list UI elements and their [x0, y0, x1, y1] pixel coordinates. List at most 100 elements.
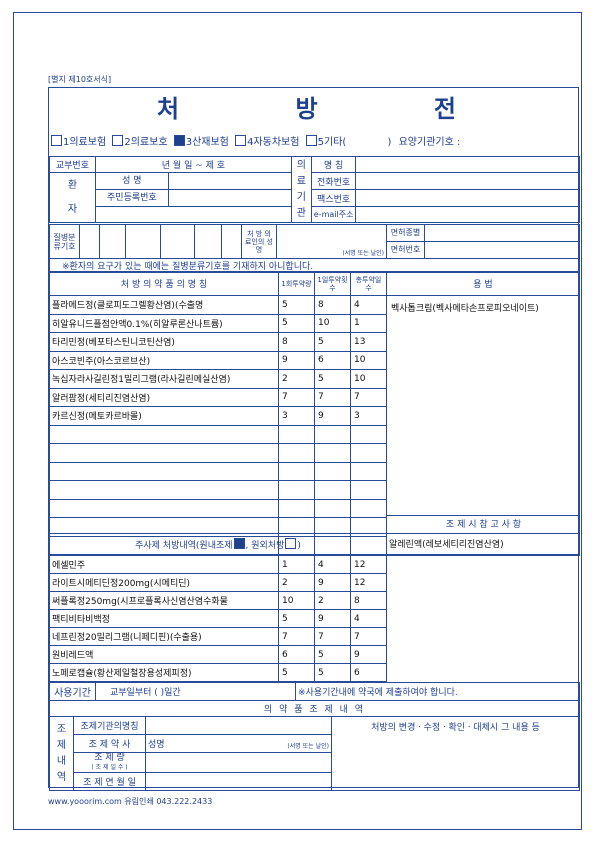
days-value[interactable]: 4	[350, 295, 387, 315]
institution-name-value[interactable]	[355, 156, 580, 173]
dose-value[interactable]: 2	[278, 573, 315, 592]
license-values[interactable]	[424, 224, 580, 259]
dose-value[interactable]: 6	[278, 645, 315, 664]
drug-name[interactable]	[49, 443, 279, 463]
drug-name[interactable]: 에셀민주	[49, 555, 279, 574]
dose-value[interactable]: 2	[278, 369, 315, 389]
days-value[interactable]: 10	[350, 369, 387, 389]
dose-value[interactable]	[278, 498, 315, 518]
days-value[interactable]: 7	[350, 627, 387, 646]
drug-name[interactable]: 원비레드액	[49, 645, 279, 664]
reference-text[interactable]: 알레린액(레보세티리진염산염)	[386, 533, 580, 556]
days-value[interactable]: 3	[350, 406, 387, 426]
freq-value[interactable]: 8	[314, 295, 351, 315]
usage-text[interactable]: 벡사톱크림(벡사메타손프로피오네이트)	[391, 301, 539, 314]
freq-value[interactable]	[314, 480, 351, 500]
checkbox-other[interactable]	[305, 135, 317, 146]
freq-value[interactable]: 4	[314, 555, 351, 574]
checkbox-in-house[interactable]	[233, 538, 245, 549]
freq-value[interactable]	[314, 424, 351, 444]
dose-value[interactable]: 7	[278, 387, 315, 407]
days-value[interactable]	[350, 424, 387, 444]
resident-extra[interactable]	[94, 206, 292, 223]
drug-name[interactable]: 카르신정(메토카르바몰)	[49, 406, 279, 426]
checkbox-outside[interactable]	[285, 538, 297, 549]
doctor-signature[interactable]: (서명 또는 날인)	[276, 224, 387, 259]
days-value[interactable]	[350, 461, 387, 481]
drug-name[interactable]	[49, 498, 279, 518]
freq-value[interactable]	[314, 443, 351, 463]
disease-code-cell[interactable]	[99, 224, 126, 259]
dose-value[interactable]: 5	[278, 295, 315, 315]
drug-name[interactable]	[49, 424, 279, 444]
freq-value[interactable]: 2	[314, 591, 351, 610]
dose-value[interactable]	[278, 461, 315, 481]
days-value[interactable]: 13	[350, 332, 387, 352]
dose-value[interactable]	[278, 443, 315, 463]
days-value[interactable]	[350, 498, 387, 518]
dose-value[interactable]: 5	[278, 609, 315, 628]
drug-name[interactable]	[49, 480, 279, 500]
checkbox-medical-aid[interactable]	[112, 135, 124, 146]
days-value[interactable]: 7	[350, 387, 387, 407]
dose-value[interactable]: 7	[278, 627, 315, 646]
freq-value[interactable]	[314, 461, 351, 481]
freq-value[interactable]: 9	[314, 406, 351, 426]
dose-value[interactable]: 3	[278, 406, 315, 426]
freq-value[interactable]: 10	[314, 313, 351, 333]
dose-value[interactable]: 9	[278, 350, 315, 370]
drug-name[interactable]: 아스코빈주(아스코르브산)	[49, 350, 279, 370]
drug-name[interactable]: 네프린정20밀리그램(니페디핀)(수출용)	[49, 627, 279, 646]
days-value[interactable]: 12	[350, 573, 387, 592]
freq-value[interactable]: 6	[314, 350, 351, 370]
disease-code-cell[interactable]	[125, 224, 161, 259]
disease-code-cell[interactable]	[79, 224, 100, 259]
days-value[interactable]	[350, 443, 387, 463]
dose-value[interactable]: 10	[278, 591, 315, 610]
dose-value[interactable]	[278, 480, 315, 500]
days-value[interactable]: 12	[350, 555, 387, 574]
phone-value[interactable]	[355, 172, 580, 190]
amount-value[interactable]	[145, 752, 332, 773]
days-value[interactable]: 8	[350, 591, 387, 610]
days-value[interactable]: 9	[350, 645, 387, 664]
checkbox-insurance[interactable]	[51, 135, 62, 146]
days-value[interactable]: 4	[350, 609, 387, 628]
days-value[interactable]: 10	[350, 350, 387, 370]
drug-name[interactable]: 노페로캡슐(황산제일철장용성제피정)	[49, 663, 279, 682]
email-value[interactable]	[355, 206, 580, 223]
dose-value[interactable]: 8	[278, 332, 315, 352]
days-value[interactable]: 6	[350, 663, 387, 682]
freq-value[interactable]: 7	[314, 627, 351, 646]
freq-value[interactable]: 9	[314, 609, 351, 628]
freq-value[interactable]: 9	[314, 573, 351, 592]
dose-value[interactable]: 5	[278, 313, 315, 333]
pharmacy-name-value[interactable]	[145, 716, 332, 735]
freq-value[interactable]: 5	[314, 332, 351, 352]
fax-value[interactable]	[355, 189, 580, 207]
drug-name[interactable]	[49, 461, 279, 481]
dose-value[interactable]: 5	[278, 663, 315, 682]
freq-value[interactable]: 7	[314, 387, 351, 407]
drug-name[interactable]: 플라메드정(클로피도그렐황산염)(수출명	[49, 295, 279, 315]
dose-value[interactable]	[278, 424, 315, 444]
drug-name[interactable]: 써플록정250mg(시프로플록사신염산염수화물	[49, 591, 279, 610]
dispense-date-value[interactable]	[145, 772, 332, 791]
drug-name[interactable]: 히알유니드플점안액0.1%(히알루론산나트륨)	[49, 313, 279, 333]
period-text[interactable]: 교부일부터 ( )일간	[95, 682, 296, 701]
drug-name[interactable]: 팩티비타비백정	[49, 609, 279, 628]
freq-value[interactable]: 5	[314, 369, 351, 389]
drug-name[interactable]: 타리민정(베포타스틴니코틴산염)	[49, 332, 279, 352]
checkbox-auto-insurance[interactable]	[235, 135, 247, 146]
changes-label[interactable]: 처방의 변경ㆍ수정ㆍ확인ㆍ대체시 그 내용 등	[331, 716, 580, 791]
drug-name[interactable]: 알러팜정(세티리진염산염)	[49, 387, 279, 407]
dose-value[interactable]: 1	[278, 555, 315, 574]
disease-code-cell[interactable]	[160, 224, 195, 259]
pharmacist-value[interactable]: 성명 (서명 또는 날인)	[145, 734, 332, 753]
freq-value[interactable]	[314, 498, 351, 518]
freq-value[interactable]: 5	[314, 663, 351, 682]
checkbox-industrial-accident[interactable]	[173, 135, 185, 146]
drug-name[interactable]: 라이트시메티딘정200mg(시메티딘)	[49, 573, 279, 592]
drug-name[interactable]: 녹십자라사길린정1밀리그램(라사길린메실산염)	[49, 369, 279, 389]
days-value[interactable]: 1	[350, 313, 387, 333]
